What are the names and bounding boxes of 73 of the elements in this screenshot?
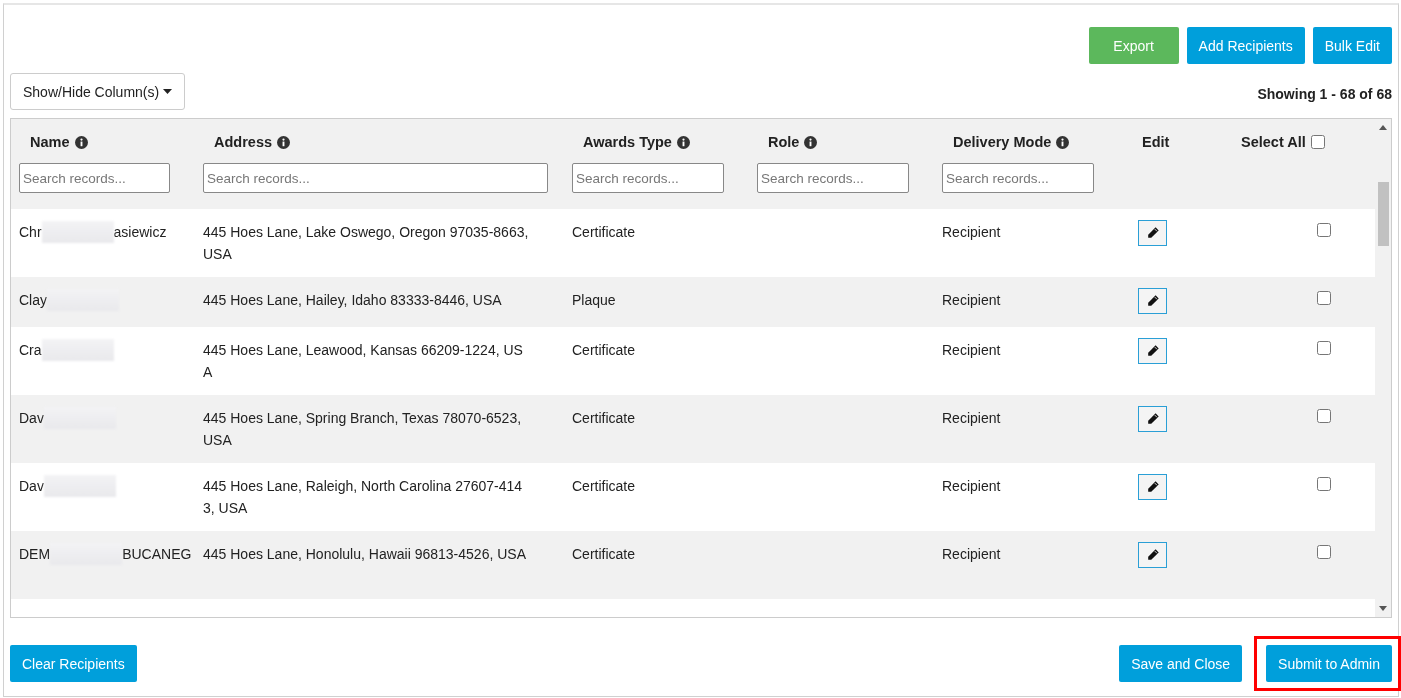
name-cell: Dav bbox=[19, 475, 203, 531]
row-checkbox[interactable] bbox=[1317, 477, 1331, 491]
column-header: Address bbox=[214, 134, 273, 150]
scroll-up-icon[interactable] bbox=[1379, 125, 1387, 130]
edit-button[interactable] bbox=[1138, 338, 1167, 364]
search-field[interactable]: Search records... bbox=[942, 163, 1094, 193]
info-icon bbox=[74, 135, 88, 149]
awards-type-cell-text: Certificate bbox=[572, 545, 637, 564]
delivery-mode-cell-text: Recipient bbox=[942, 545, 1002, 564]
record-count: Showing 1 - 68 of 68 bbox=[1257, 86, 1392, 102]
column-header: Edit bbox=[1142, 134, 1170, 150]
row-checkbox[interactable] bbox=[1317, 545, 1331, 559]
column-header: Delivery Mode bbox=[953, 134, 1052, 150]
edit-button[interactable] bbox=[1138, 288, 1167, 314]
info-icon bbox=[804, 135, 818, 149]
pencil-icon bbox=[1145, 294, 1160, 308]
column-header: Select All bbox=[1241, 134, 1306, 150]
scrollbar[interactable] bbox=[1375, 119, 1391, 617]
edit-button[interactable] bbox=[1138, 406, 1167, 432]
search-field[interactable]: Search records... bbox=[757, 163, 909, 193]
scroll-down-icon[interactable] bbox=[1379, 606, 1387, 611]
column-toggle-dropdown[interactable]: Show/Hide Column(s) bbox=[10, 73, 186, 110]
awards-type-cell-text: Certificate bbox=[572, 223, 637, 242]
address-cell-text: 445 Hoes Lane, Leawood, Kansas 66209-1224, USA bbox=[203, 341, 524, 382]
footer-button[interactable]: Submit to Admin bbox=[1266, 645, 1392, 682]
scrollbar-thumb[interactable] bbox=[1377, 182, 1389, 246]
pencil-icon bbox=[1145, 480, 1160, 494]
address-cell-text: 445 Hoes Lane, Lake Oswego, Oregon 97035-8663, USA bbox=[203, 223, 530, 264]
pencil-icon bbox=[1145, 548, 1160, 562]
row-checkbox[interactable] bbox=[1317, 341, 1331, 355]
column-header: Role bbox=[768, 134, 800, 150]
caret-icon bbox=[163, 89, 173, 94]
info-icon bbox=[1056, 135, 1070, 149]
row-checkbox[interactable] bbox=[1317, 409, 1331, 423]
awards-type-cell-text: Plaque bbox=[572, 291, 617, 310]
address-cell-text: 445 Hoes Lane, Spring Branch, Texas 78070-6523, USA bbox=[203, 409, 523, 450]
pencil-icon bbox=[1145, 226, 1160, 240]
awards-type-cell-text: Certificate bbox=[572, 477, 637, 496]
name-cell: Clay bbox=[19, 289, 203, 327]
address-cell-text: 445 Hoes Lane, Honolulu, Hawaii 96813-4526, USA bbox=[203, 545, 527, 564]
address-cell-text: 445 Hoes Lane, Hailey, Idaho 83333-8446, USA bbox=[203, 291, 503, 310]
toolbar-button[interactable]: Export bbox=[1088, 27, 1179, 64]
footer-button[interactable]: Save and Close bbox=[1119, 645, 1243, 682]
delivery-mode-cell-text: Recipient bbox=[942, 409, 1002, 428]
edit-button[interactable] bbox=[1138, 220, 1167, 246]
search-field[interactable]: Search records... bbox=[19, 163, 170, 193]
footer-button[interactable]: Clear Recipients bbox=[10, 645, 137, 682]
awards-type-cell-text: Certificate bbox=[572, 409, 637, 428]
name-cell: Chr asiewicz bbox=[19, 221, 203, 277]
search-field[interactable]: Search records... bbox=[572, 163, 724, 193]
edit-button[interactable] bbox=[1138, 474, 1167, 500]
info-icon bbox=[676, 135, 690, 149]
row-checkbox[interactable] bbox=[1317, 223, 1331, 237]
address-cell-text: 445 Hoes Lane, Raleigh, North Carolina 27607-4143, USA bbox=[203, 477, 524, 518]
edit-button[interactable] bbox=[1138, 542, 1167, 568]
toolbar-button[interactable]: Bulk Edit bbox=[1312, 27, 1392, 64]
name-cell: DEM BUCANEG bbox=[19, 543, 203, 599]
name-cell: Dav bbox=[19, 407, 203, 463]
awards-type-cell-text: Certificate bbox=[572, 341, 637, 360]
pencil-icon bbox=[1145, 412, 1160, 426]
select-all-checkbox[interactable] bbox=[1310, 135, 1325, 149]
pencil-icon bbox=[1145, 344, 1160, 358]
toolbar-button[interactable]: Add Recipients bbox=[1186, 27, 1305, 64]
delivery-mode-cell-text: Recipient bbox=[942, 477, 1002, 496]
delivery-mode-cell-text: Recipient bbox=[942, 223, 1002, 242]
search-field[interactable]: Search records... bbox=[203, 163, 548, 193]
row-checkbox[interactable] bbox=[1317, 291, 1331, 305]
column-header: Awards Type bbox=[583, 134, 672, 150]
info-icon bbox=[277, 135, 291, 149]
delivery-mode-cell-text: Recipient bbox=[942, 341, 1002, 360]
column-header: Name bbox=[30, 134, 70, 150]
name-cell: Cra bbox=[19, 339, 203, 395]
delivery-mode-cell-text: Recipient bbox=[942, 291, 1002, 310]
